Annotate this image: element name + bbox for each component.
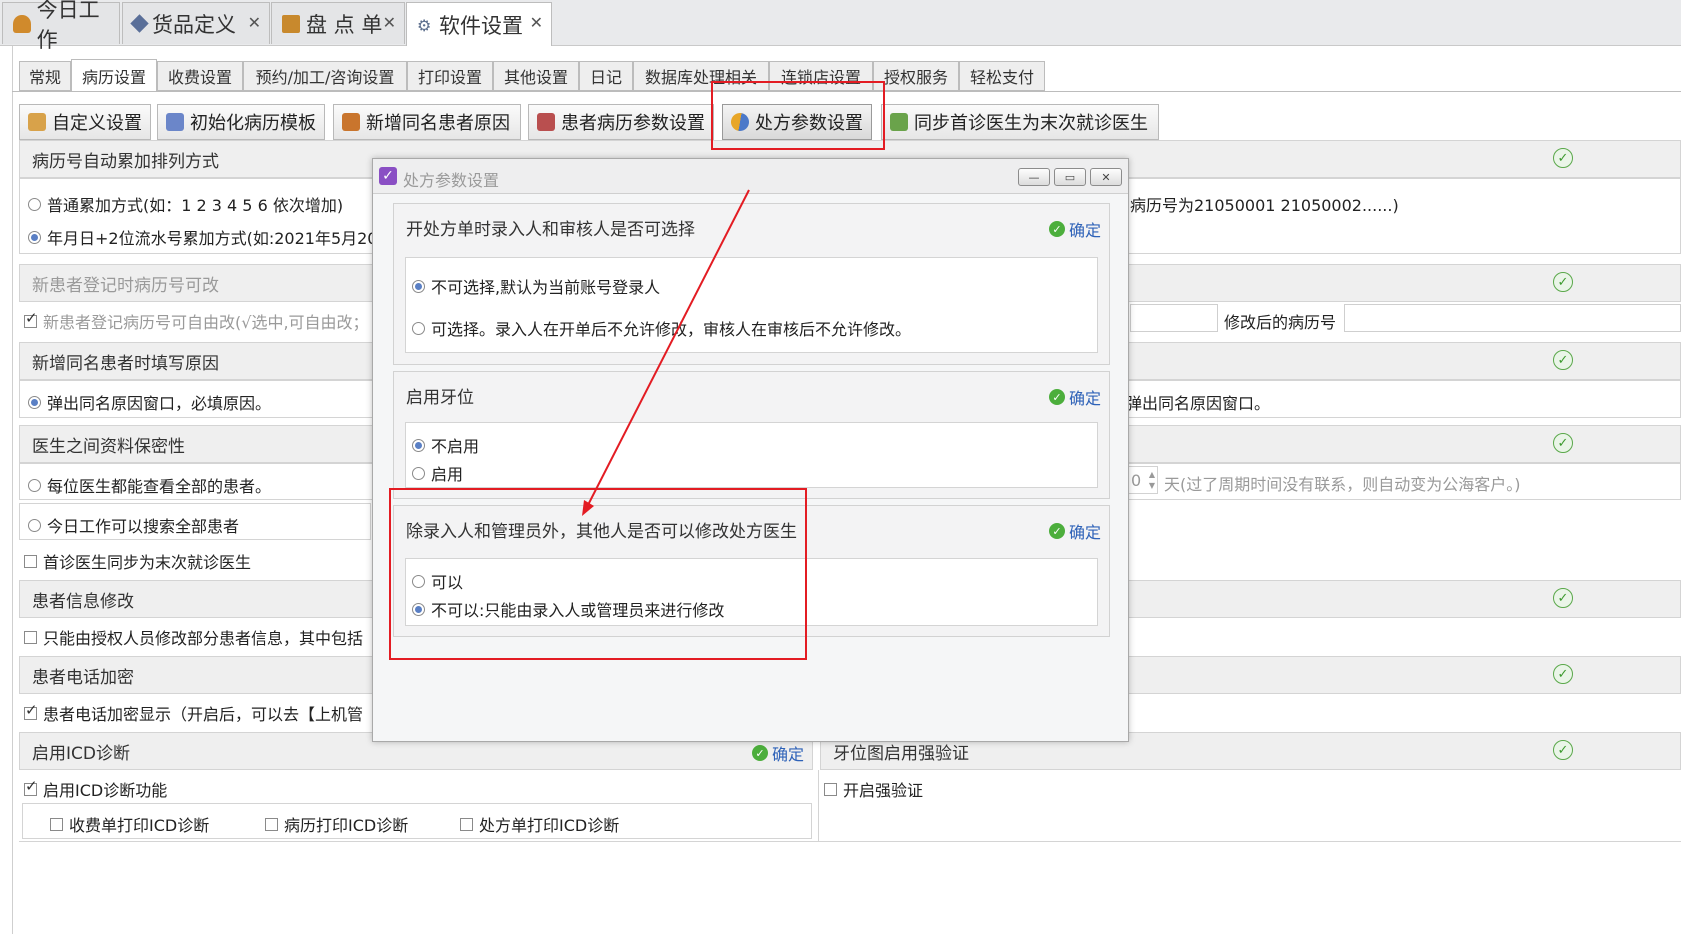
annotation-arrow	[582, 189, 750, 516]
